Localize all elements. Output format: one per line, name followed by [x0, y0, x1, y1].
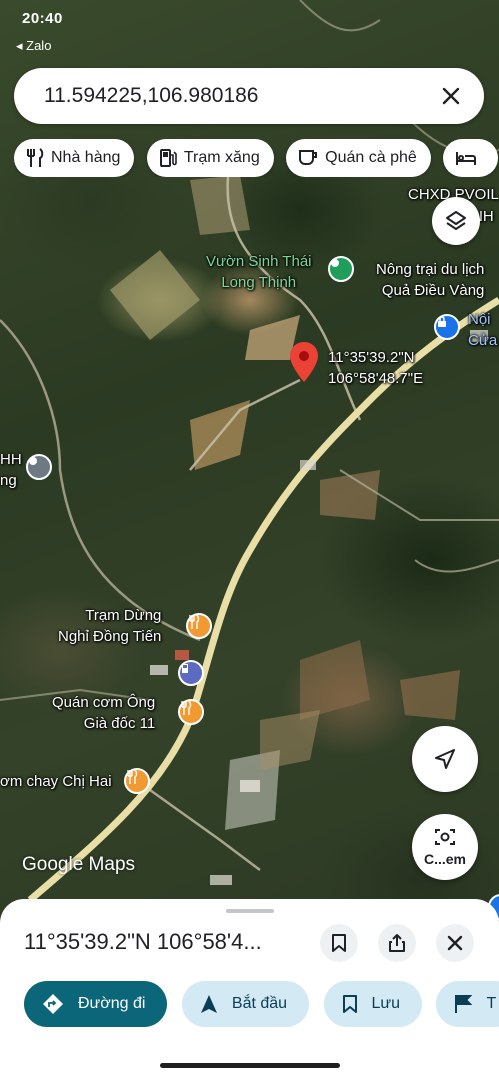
category-chips: Nhà hàng Trạm xăng Quán cà phê: [14, 139, 499, 177]
chip-label: Quán cà phê: [325, 149, 417, 166]
camera-search-button[interactable]: C...em: [412, 814, 478, 880]
map-label-line: Long Thịnh: [221, 274, 297, 291]
share-button[interactable]: [378, 924, 416, 962]
layers-icon: [446, 211, 466, 230]
restaurant-poi-icon[interactable]: [186, 613, 212, 639]
navigation-icon: [435, 749, 455, 769]
map-label-line: Quả Điều Vàng: [381, 282, 485, 299]
sheet-drag-handle[interactable]: [226, 909, 274, 913]
directions-icon: [43, 994, 63, 1014]
start-label: Bắt đầu: [231, 995, 288, 1012]
bookmark-icon: [332, 934, 346, 952]
map-label-line: ng: [0, 472, 17, 489]
chip-hotels[interactable]: [443, 139, 499, 177]
map-label-vuon-sinh-thai[interactable]: Vườn Sinh Thái Long Thịnh: [206, 251, 312, 293]
share-icon: [389, 934, 405, 952]
location-pin-icon[interactable]: [290, 342, 318, 382]
map-label-line: Già đốc 11: [83, 715, 156, 732]
home-indicator[interactable]: [160, 1063, 340, 1068]
search-input[interactable]: 11.594225,106.980186: [44, 84, 438, 108]
lock-poi-icon[interactable]: [434, 314, 460, 340]
map-label-line: HH: [0, 451, 22, 468]
status-time: 20:40: [22, 10, 63, 27]
close-sheet-button[interactable]: [436, 924, 474, 962]
pin-coordinates-label: 11°35'39.2"N 106°58'48.7"E: [328, 347, 423, 389]
chip-gas-stations[interactable]: Trạm xăng: [146, 139, 274, 177]
directions-label: Đường đi: [78, 995, 146, 1012]
place-bottom-sheet[interactable]: 11°35'39.2"N 106°58'4... Đường đi Bắt đầ…: [0, 899, 499, 1080]
save-button[interactable]: Lưu: [323, 981, 423, 1027]
action-buttons-row: Đường đi Bắt đầu Lưu T: [24, 981, 499, 1029]
park-poi-icon[interactable]: [328, 256, 354, 282]
map-label-com-chay[interactable]: ơm chay Chị Hai: [0, 771, 112, 792]
map-label-line: Trạm Dừng: [85, 607, 162, 624]
coffee-icon: [299, 150, 318, 165]
close-icon: [447, 935, 463, 951]
navigation-arrow-icon: [200, 995, 217, 1013]
gas-station-poi-icon[interactable]: [178, 660, 204, 686]
place-poi-icon[interactable]: [26, 454, 52, 480]
hotel-icon: [456, 152, 477, 165]
chip-coffee[interactable]: Quán cà phê: [286, 139, 431, 177]
map-label-line: Vườn Sinh Thái: [206, 253, 312, 270]
my-location-button[interactable]: [412, 726, 478, 792]
chip-restaurants[interactable]: Nhà hàng: [14, 139, 135, 177]
map-label-line: Nghỉ Đồng Tiến: [58, 628, 162, 645]
chip-label: Trạm xăng: [183, 149, 260, 166]
map-label-nong-trai[interactable]: Nông trại du lịch Quả Điều Vàng: [376, 259, 484, 301]
map-label-line: Cửa: [468, 332, 498, 349]
camera-icon: [435, 829, 455, 845]
restaurant-poi-icon[interactable]: [178, 699, 204, 725]
pin-latitude: 11°35'39.2"N: [328, 349, 415, 366]
bookmark-icon: [342, 995, 357, 1013]
camera-search-label: C...em: [423, 851, 466, 867]
restaurant-poi-icon[interactable]: [124, 768, 150, 794]
back-to-zalo-link[interactable]: ◂ Zalo: [16, 38, 51, 54]
gas-station-icon: [159, 149, 177, 167]
save-icon-button[interactable]: [320, 924, 358, 962]
map-label-quan-com[interactable]: Quán cơm Ông Già đốc 11: [52, 692, 155, 734]
label-button[interactable]: T: [436, 981, 499, 1027]
label-label: T: [486, 995, 497, 1012]
map-label-hh[interactable]: HH ng: [0, 449, 22, 491]
map-label-noi-cua[interactable]: Nội Cửa: [468, 309, 497, 351]
search-bar[interactable]: 11.594225,106.980186: [14, 68, 484, 124]
layers-button[interactable]: [432, 197, 480, 245]
flag-icon: [455, 995, 473, 1013]
save-label: Lưu: [371, 995, 401, 1012]
place-title: 11°35'39.2"N 106°58'4...: [24, 929, 262, 954]
map-label-line: Quán cơm Ông: [52, 694, 156, 711]
map-label-line: Nông trại du lịch: [376, 261, 485, 278]
map-label-line: Nội: [468, 311, 491, 328]
close-icon[interactable]: [438, 83, 464, 109]
chip-label: Nhà hàng: [51, 149, 121, 166]
map-label-tram-dung[interactable]: Trạm Dừng Nghỉ Đồng Tiến: [58, 605, 161, 647]
google-maps-attribution: Google Maps: [22, 854, 136, 875]
restaurant-icon: [27, 148, 44, 167]
start-button[interactable]: Bắt đầu: [181, 981, 310, 1027]
pin-longitude: 106°58'48.7"E: [328, 370, 424, 387]
directions-button[interactable]: Đường đi: [24, 981, 168, 1027]
